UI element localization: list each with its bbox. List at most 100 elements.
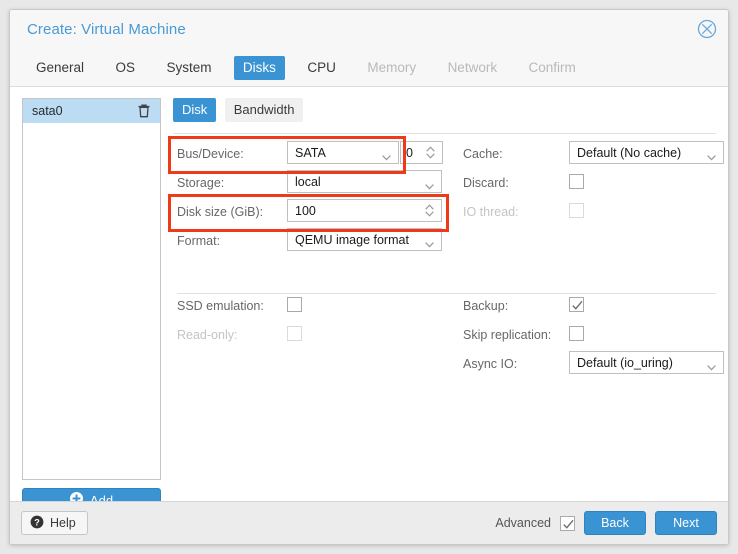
dialog-footer: ? Help Advanced Back Next	[10, 501, 728, 544]
ssd-emulation-checkbox[interactable]	[287, 297, 302, 312]
async-io-select[interactable]: Default (io_uring)	[569, 351, 724, 374]
page-title: Create: Virtual Machine	[27, 21, 186, 38]
storage-select[interactable]: local	[287, 170, 442, 193]
tab-bandwidth[interactable]: Bandwidth	[224, 98, 304, 122]
panel-divider	[173, 133, 716, 134]
svg-text:?: ?	[34, 517, 40, 527]
row-disk-size: Disk size (GiB): 100	[173, 199, 463, 228]
row-bus-device: Bus/Device: SATA 0	[173, 141, 463, 170]
backup-control	[569, 293, 584, 312]
row-read-only: Read-only:	[173, 322, 463, 351]
row-format: Format: QEMU image format	[173, 228, 463, 257]
discard-checkbox[interactable]	[569, 174, 584, 189]
list-item[interactable]: sata0	[23, 99, 160, 123]
row-skip-replication: Skip replication:	[463, 322, 728, 351]
footer-actions: Advanced Back Next	[495, 511, 717, 535]
read-only-checkbox	[287, 326, 302, 341]
async-io-value: Default (io_uring)	[577, 355, 673, 370]
cache-select[interactable]: Default (No cache)	[569, 141, 724, 164]
storage-label: Storage:	[177, 176, 225, 190]
stepper-arrows-icon[interactable]	[426, 146, 435, 162]
form-right-column: Cache: Default (No cache) Discard: IO th…	[463, 141, 728, 380]
tab-system[interactable]: System	[157, 56, 220, 80]
wizard-tab-bar: General OS System Disks CPU Memory Netwo…	[10, 52, 728, 87]
help-button[interactable]: ? Help	[21, 511, 88, 535]
backup-label: Backup:	[463, 299, 509, 313]
disk-settings-panel: Disk Bandwidth Bus/Device: SATA 0 Storag…	[168, 98, 724, 374]
format-control: QEMU image format	[287, 228, 442, 251]
tab-network: Network	[447, 60, 498, 75]
spacer-right	[463, 228, 728, 293]
advanced-label: Advanced	[495, 516, 551, 530]
io-thread-label: IO thread:	[463, 205, 519, 219]
checkmark-icon	[571, 299, 584, 317]
chevron-down-icon	[425, 179, 434, 193]
row-async-io: Async IO: Default (io_uring)	[463, 351, 728, 380]
back-button[interactable]: Back	[584, 511, 646, 535]
row-ssd-emulation: SSD emulation:	[173, 293, 463, 322]
tab-os[interactable]: OS	[106, 56, 144, 80]
disk-size-label: Disk size (GiB):	[177, 205, 264, 219]
row-backup: Backup:	[463, 293, 728, 322]
advanced-checkbox[interactable]	[560, 515, 575, 531]
row-io-thread: IO thread:	[463, 199, 728, 228]
tab-disk[interactable]: Disk	[173, 98, 217, 122]
format-value: QEMU image format	[295, 232, 409, 247]
tab-cpu[interactable]: CPU	[298, 56, 345, 80]
disk-size-input[interactable]: 100	[287, 199, 442, 222]
ssd-emulation-control	[287, 293, 302, 312]
backup-checkbox[interactable]	[569, 297, 584, 312]
bus-device-select[interactable]: SATA	[287, 141, 399, 164]
row-storage: Storage: local	[173, 170, 463, 199]
question-circle-icon: ?	[30, 515, 44, 532]
form-section-divider	[177, 293, 716, 294]
device-list: sata0	[22, 98, 161, 480]
tab-disks[interactable]: Disks	[233, 56, 285, 80]
form-left-column: Bus/Device: SATA 0 Storage: local Disk s…	[173, 141, 463, 351]
async-io-control: Default (io_uring)	[569, 351, 724, 374]
row-cache: Cache: Default (No cache)	[463, 141, 728, 170]
trash-icon[interactable]	[137, 103, 151, 119]
panel-tab-bar: Disk Bandwidth	[173, 98, 716, 125]
discard-control	[569, 170, 584, 189]
create-vm-dialog: Create: Virtual Machine General OS Syste…	[9, 9, 729, 545]
chevron-down-icon	[382, 150, 391, 164]
dialog-header: Create: Virtual Machine	[10, 10, 728, 52]
format-select[interactable]: QEMU image format	[287, 228, 442, 251]
spacer-left	[173, 257, 463, 293]
read-only-label: Read-only:	[177, 328, 238, 342]
dialog-body: sata0 Add Disk Bandwidth Bus/Device: SAT…	[10, 87, 728, 544]
bus-device-value: SATA	[295, 145, 326, 160]
stepper-arrows-icon[interactable]	[425, 204, 434, 220]
device-sidebar: sata0 Add	[22, 98, 161, 512]
skip-replication-label: Skip replication:	[463, 328, 552, 342]
chevron-down-icon	[425, 237, 434, 251]
tab-general[interactable]: General	[27, 56, 93, 80]
format-label: Format:	[177, 234, 221, 248]
checkmark-icon	[562, 518, 575, 536]
chevron-down-icon	[707, 150, 716, 164]
device-index-stepper[interactable]: 0	[400, 141, 443, 164]
skip-replication-checkbox[interactable]	[569, 326, 584, 341]
storage-control: local	[287, 170, 442, 193]
device-label: sata0	[32, 104, 63, 118]
skip-replication-control	[569, 322, 584, 341]
read-only-control	[287, 322, 302, 341]
help-button-label: Help	[50, 516, 76, 530]
disk-size-control: 100	[287, 199, 442, 222]
ssd-emulation-label: SSD emulation:	[177, 299, 264, 313]
tab-confirm: Confirm	[528, 60, 576, 75]
cache-label: Cache:	[463, 147, 503, 161]
device-index-value: 0	[406, 145, 413, 160]
disk-size-value: 100	[295, 203, 316, 218]
cache-control: Default (No cache)	[569, 141, 724, 164]
chevron-down-icon	[707, 360, 716, 374]
storage-value: local	[295, 174, 321, 189]
discard-label: Discard:	[463, 176, 509, 190]
tab-memory: Memory	[367, 60, 417, 75]
io-thread-checkbox	[569, 203, 584, 218]
bus-device-label: Bus/Device:	[177, 147, 244, 161]
cache-value: Default (No cache)	[577, 145, 682, 160]
next-button[interactable]: Next	[655, 511, 717, 535]
close-icon[interactable]	[697, 19, 717, 39]
